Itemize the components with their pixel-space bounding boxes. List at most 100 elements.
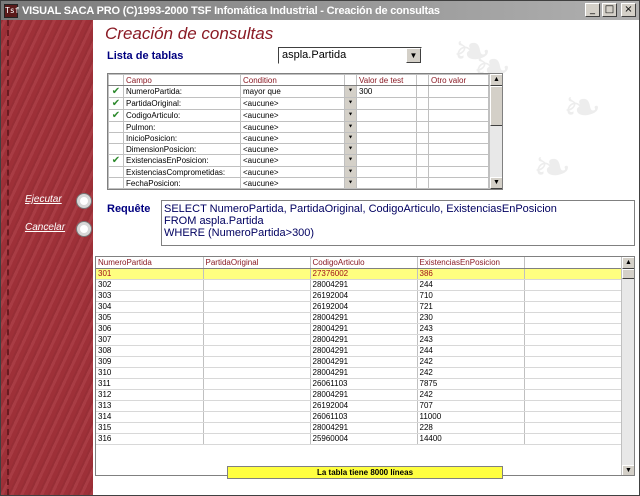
- column-header-existencias[interactable]: ExistenciasEnPosicion: [417, 257, 525, 269]
- other-value-cell[interactable]: [428, 177, 489, 189]
- column-header-otro-valor[interactable]: Otro valor: [428, 74, 489, 86]
- field-row[interactable]: ✔ CodigoArticulo: <aucune> ⯆: [108, 109, 489, 122]
- chevron-down-icon[interactable]: ⯆: [344, 121, 357, 133]
- table-row[interactable]: 302 28004291 244: [96, 279, 623, 291]
- table-row[interactable]: 313 26192004 707: [96, 400, 623, 412]
- condition-cell[interactable]: <aucune>: [240, 177, 345, 189]
- chevron-down-icon[interactable]: ⯆: [344, 132, 357, 144]
- field-row[interactable]: ✔ NumeroPartida: mayor que ⯆ 300: [108, 85, 489, 98]
- scroll-down-icon[interactable]: ▼: [622, 465, 634, 475]
- checkbox-empty[interactable]: [108, 177, 124, 189]
- title-bar[interactable]: Tsf VISUAL SACA PRO (C)1993-2000 TSF Inf…: [1, 1, 639, 20]
- chevron-down-icon[interactable]: ▼: [406, 48, 421, 63]
- chevron-down-icon[interactable]: ⯆: [344, 85, 357, 98]
- condition-cell[interactable]: <aucune>: [240, 143, 345, 155]
- chevron-down-icon[interactable]: ⯆: [344, 177, 357, 189]
- condition-cell[interactable]: <aucune>: [240, 121, 345, 133]
- field-row[interactable]: DimensionPosicion: <aucune> ⯆: [108, 143, 489, 155]
- test-value-cell[interactable]: [356, 154, 417, 167]
- fields-grid[interactable]: Campo Condition Valor de test Otro valor…: [107, 73, 503, 190]
- condition-cell[interactable]: mayor que: [240, 85, 345, 98]
- table-row[interactable]: 314 26061103 11000: [96, 411, 623, 423]
- query-textarea[interactable]: SELECT NumeroPartida, PartidaOriginal, C…: [161, 200, 635, 246]
- field-row[interactable]: ✔ PartidaOriginal: <aucune> ⯆: [108, 97, 489, 110]
- cancel-button[interactable]: Cancelar: [1, 220, 93, 240]
- checkbox-empty[interactable]: [108, 143, 124, 155]
- condition-cell[interactable]: <aucune>: [240, 97, 345, 110]
- table-row[interactable]: 308 28004291 244: [96, 345, 623, 357]
- other-value-cell[interactable]: [428, 85, 489, 98]
- test-value-cell[interactable]: [356, 177, 417, 189]
- table-row[interactable]: 312 28004291 242: [96, 389, 623, 401]
- column-header-numero-partida[interactable]: NumeroPartida: [96, 257, 204, 269]
- table-row[interactable]: 311 26061103 7875: [96, 378, 623, 390]
- column-header-partida-original[interactable]: PartidaOriginal: [203, 257, 311, 269]
- fields-scrollbar[interactable]: ▲ ▼: [489, 74, 502, 189]
- checkbox-empty[interactable]: [108, 132, 124, 144]
- test-value-cell[interactable]: [356, 132, 417, 144]
- other-value-cell[interactable]: [428, 166, 489, 178]
- field-row[interactable]: Pulmon: <aucune> ⯆: [108, 121, 489, 133]
- cancel-knob-icon[interactable]: [77, 222, 91, 236]
- test-value-cell[interactable]: [356, 143, 417, 155]
- table-row[interactable]: 315 28004291 228: [96, 422, 623, 434]
- other-value-cell[interactable]: [428, 154, 489, 167]
- other-value-cell[interactable]: [428, 109, 489, 122]
- table-row[interactable]: 310 28004291 242: [96, 367, 623, 379]
- scroll-down-icon[interactable]: ▼: [490, 177, 502, 189]
- test-value-cell[interactable]: [356, 121, 417, 133]
- table-row[interactable]: 306 28004291 243: [96, 323, 623, 335]
- check-icon[interactable]: ✔: [108, 109, 124, 122]
- condition-cell[interactable]: <aucune>: [240, 109, 345, 122]
- table-row[interactable]: 303 26192004 710: [96, 290, 623, 302]
- field-row[interactable]: ✔ ExistenciasEnPosicion: <aucune> ⯆: [108, 154, 489, 167]
- check-icon[interactable]: ✔: [108, 154, 124, 167]
- condition-cell[interactable]: <aucune>: [240, 166, 345, 178]
- scroll-up-icon[interactable]: ▲: [490, 74, 502, 86]
- table-row[interactable]: 307 28004291 243: [96, 334, 623, 346]
- checkbox-empty[interactable]: [108, 166, 124, 178]
- scroll-thumb[interactable]: [622, 269, 634, 279]
- field-row[interactable]: ExistenciasComprometidas: <aucune> ⯆: [108, 166, 489, 178]
- other-value-cell[interactable]: [428, 132, 489, 144]
- field-row[interactable]: FechaPosicion: <aucune> ⯆: [108, 177, 489, 189]
- scroll-thumb[interactable]: [490, 86, 502, 126]
- test-value-cell[interactable]: [356, 97, 417, 110]
- table-row[interactable]: 301 27376002 386: [96, 268, 623, 280]
- execute-knob-icon[interactable]: [77, 194, 91, 208]
- table-row[interactable]: 304 26192004 721: [96, 301, 623, 313]
- chevron-down-icon[interactable]: ⯆: [344, 109, 357, 122]
- test-value-cell[interactable]: [356, 166, 417, 178]
- checkbox-empty[interactable]: [108, 121, 124, 133]
- other-value-cell[interactable]: [428, 121, 489, 133]
- app-logo-icon[interactable]: Tsf: [4, 3, 19, 18]
- table-row[interactable]: 305 28004291 230: [96, 312, 623, 324]
- column-header-condition[interactable]: Condition: [240, 74, 345, 86]
- other-value-cell[interactable]: [428, 143, 489, 155]
- scroll-up-icon[interactable]: ▲: [622, 257, 634, 269]
- condition-cell[interactable]: <aucune>: [240, 132, 345, 144]
- maximize-button[interactable]: □: [602, 3, 617, 17]
- column-header-codigo-articulo[interactable]: CodigoArticulo: [310, 257, 418, 269]
- chevron-down-icon[interactable]: ⯆: [344, 154, 357, 167]
- check-icon[interactable]: ✔: [108, 85, 124, 98]
- tables-dropdown[interactable]: aspla.Partida ▼: [278, 47, 422, 64]
- chevron-down-icon[interactable]: ⯆: [344, 143, 357, 155]
- close-button[interactable]: ×: [621, 3, 636, 17]
- chevron-down-icon[interactable]: ⯆: [344, 97, 357, 110]
- check-icon[interactable]: ✔: [108, 97, 124, 110]
- table-row[interactable]: 316 25960004 14400: [96, 433, 623, 445]
- results-grid[interactable]: NumeroPartida PartidaOriginal CodigoArti…: [95, 256, 635, 476]
- column-header-valor-test[interactable]: Valor de test: [356, 74, 417, 86]
- other-value-cell[interactable]: [428, 97, 489, 110]
- condition-cell[interactable]: <aucune>: [240, 154, 345, 167]
- chevron-down-icon[interactable]: ⯆: [344, 166, 357, 178]
- test-value-cell[interactable]: 300: [356, 85, 417, 98]
- minimize-button[interactable]: _: [585, 3, 600, 17]
- table-row[interactable]: 309 28004291 242: [96, 356, 623, 368]
- field-row[interactable]: InicioPosicion: <aucune> ⯆: [108, 132, 489, 144]
- column-header-campo[interactable]: Campo: [123, 74, 241, 86]
- test-value-cell[interactable]: [356, 109, 417, 122]
- execute-button[interactable]: Ejecutar: [1, 192, 93, 212]
- results-scrollbar[interactable]: ▲ ▼: [621, 257, 634, 475]
